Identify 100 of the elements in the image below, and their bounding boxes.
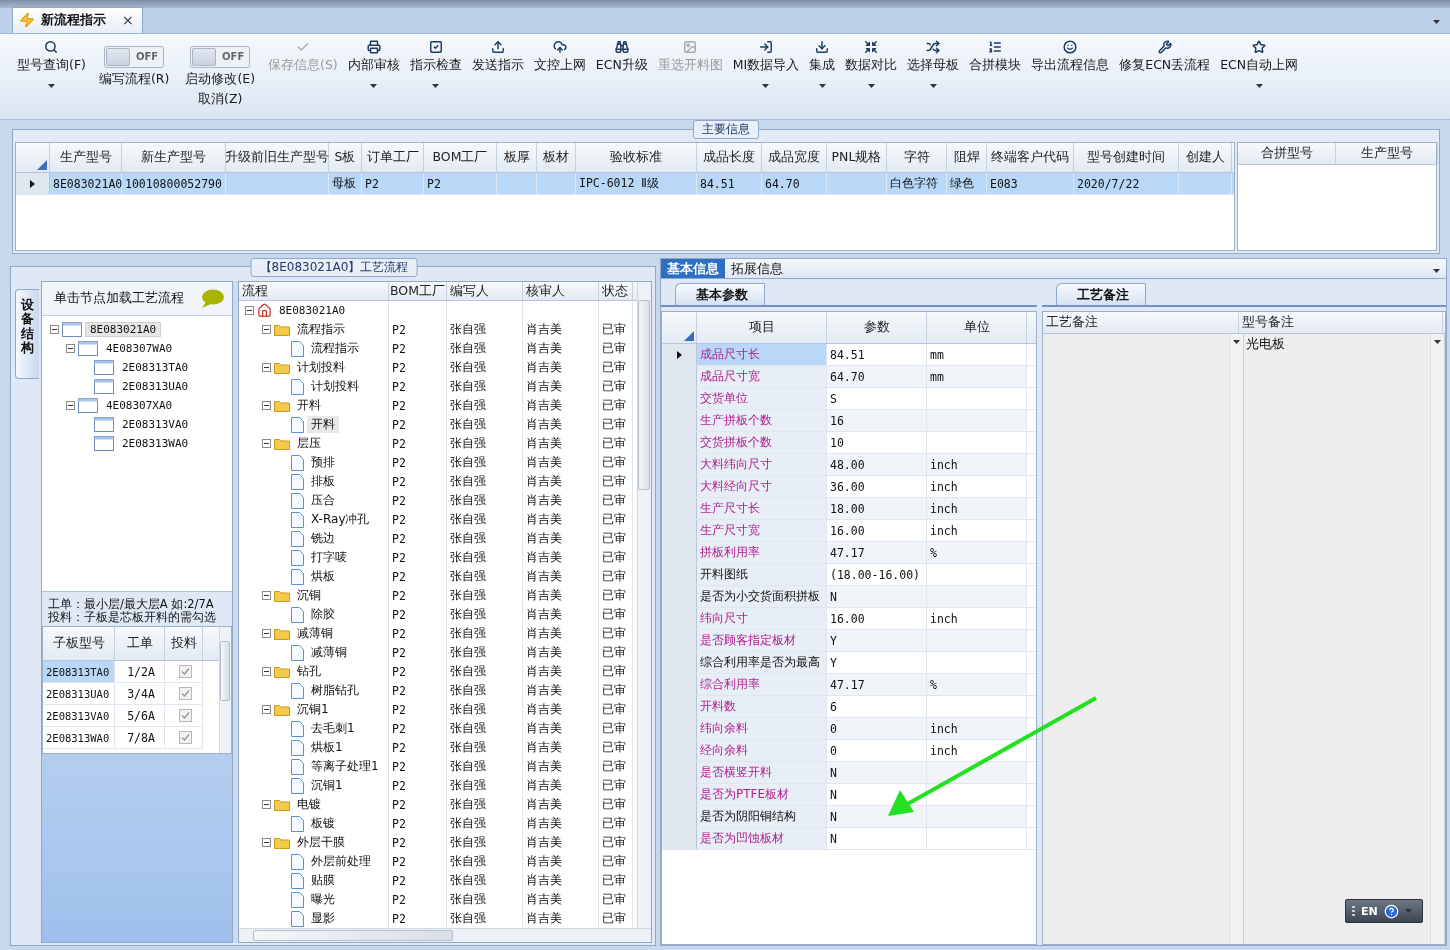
checkbox[interactable] <box>178 687 192 700</box>
table-row[interactable]: 成品尺寸宽 64.70 mm <box>662 366 1036 388</box>
tree-item[interactable]: 4E08307XA0 <box>101 398 178 413</box>
column-header[interactable]: 验收标准 <box>576 143 697 173</box>
column-header[interactable]: 成品长度 <box>697 143 762 173</box>
collapse-icon[interactable] <box>262 800 271 809</box>
table-row[interactable]: 成品尺寸长 84.51 mm <box>662 344 1036 366</box>
toolbar-button[interactable]: 文控上网 <box>528 39 591 95</box>
collapse-icon[interactable] <box>262 705 271 714</box>
scrollbar[interactable] <box>637 282 651 928</box>
table-row[interactable]: 打字唛 P2 张自强 肖吉美 已审 <box>239 548 633 567</box>
tab[interactable]: 拓展信息 <box>725 259 789 278</box>
toggle-switch[interactable]: OFF <box>104 45 165 68</box>
table-row[interactable]: 开料数 6 <box>662 696 1036 718</box>
table-row[interactable]: 等离子处理1 P2 张自强 肖吉美 已审 <box>239 757 633 776</box>
toolbar-button[interactable]: 选择母板 <box>902 39 965 95</box>
column-header[interactable]: 型号创建时间 <box>1074 143 1179 173</box>
column-header[interactable]: 核审人 <box>523 282 599 300</box>
table-row[interactable]: 树脂钻孔 P2 张自强 肖吉美 已审 <box>239 681 633 700</box>
column-header[interactable]: 生产型号 <box>1336 143 1438 165</box>
collapse-icon[interactable] <box>50 325 59 334</box>
table-row[interactable]: 去毛刺1 P2 张自强 肖吉美 已审 <box>239 719 633 738</box>
collapse-icon[interactable] <box>66 344 75 353</box>
column-header[interactable]: 型号备注 <box>1239 312 1443 333</box>
collapse-icon[interactable] <box>262 667 271 676</box>
table-row[interactable]: 开料 P2 张自强 肖吉美 已审 <box>239 396 633 415</box>
toggle-switch[interactable]: OFF <box>190 45 251 68</box>
side-tab[interactable]: 设备结构 <box>15 289 39 379</box>
column-header[interactable]: BOM工厂 <box>389 282 447 300</box>
tree-item[interactable]: 4E08307WA0 <box>101 341 178 356</box>
table-row[interactable]: 2E08313WA0 7/8A <box>43 727 203 749</box>
column-header[interactable]: 单位 <box>927 312 1027 343</box>
toolbar-button[interactable]: ECN升级 <box>590 39 653 95</box>
table-row[interactable]: 综合利用率是否为最高 Y <box>662 652 1036 674</box>
table-row[interactable]: 拼板利用率 47.17 % <box>662 542 1036 564</box>
table-row[interactable]: 2E08313UA0 3/4A <box>43 683 203 705</box>
collapse-icon[interactable] <box>262 838 271 847</box>
tree-item[interactable]: 2E08313WA0 <box>117 436 194 451</box>
toolbar-button[interactable]: 导出流程信息 <box>1026 39 1115 95</box>
table-row[interactable]: 外层干膜 P2 张自强 肖吉美 已审 <box>239 833 633 852</box>
table-row[interactable]: 生产拼板个数 16 <box>662 410 1036 432</box>
table-row[interactable]: 是否为PTFE板材 N <box>662 784 1036 806</box>
table-row[interactable]: 层压 P2 张自强 肖吉美 已审 <box>239 434 633 453</box>
column-header[interactable]: S板 <box>329 143 362 173</box>
tab[interactable]: 基本参数 <box>675 283 765 305</box>
table-row[interactable]: 曝光 P2 张自强 肖吉美 已审 <box>239 890 633 909</box>
remark-field[interactable] <box>1043 334 1244 944</box>
column-header[interactable]: BOM工厂 <box>424 143 497 173</box>
table-row[interactable]: 综合利用率 47.17 % <box>662 674 1036 696</box>
scrollbar[interactable] <box>219 627 231 753</box>
collapse-icon[interactable] <box>66 401 75 410</box>
column-header[interactable]: 板厚 <box>497 143 537 173</box>
table-row[interactable]: 排板 P2 张自强 肖吉美 已审 <box>239 472 633 491</box>
table-row[interactable]: 沉铜1 P2 张自强 肖吉美 已审 <box>239 700 633 719</box>
table-row[interactable]: 沉铜 P2 张自强 肖吉美 已审 <box>239 586 633 605</box>
table-row[interactable]: 铣边 P2 张自强 肖吉美 已审 <box>239 529 633 548</box>
collapse-icon[interactable] <box>262 363 271 372</box>
column-header[interactable]: 成品宽度 <box>762 143 827 173</box>
column-header[interactable]: 工艺备注 <box>1043 312 1239 333</box>
column-header[interactable]: PNL规格 <box>827 143 887 173</box>
table-row[interactable]: 8E083021A0 10010800052790 母板 P2 P2 IPC-6012 Ⅱ级 84.51 64.70 白色字符 绿色 E083 2020/7/22 <box>16 173 1234 196</box>
toolbar-button[interactable]: 合拼模块 <box>964 39 1027 95</box>
column-header[interactable]: 创建人 <box>1179 143 1232 173</box>
table-row[interactable]: 交货单位 S <box>662 388 1036 410</box>
toolbar-button[interactable]: 集成 <box>804 39 841 95</box>
close-button[interactable]: × <box>122 12 134 29</box>
table-row[interactable]: 外层前处理 P2 张自强 肖吉美 已审 <box>239 852 633 871</box>
column-header[interactable]: 投料 <box>165 627 203 660</box>
collapse-icon[interactable] <box>262 401 271 410</box>
column-header[interactable]: 工单 <box>115 627 165 660</box>
column-header[interactable]: 子板型号 <box>43 627 115 660</box>
toolbar-button[interactable]: 修复ECN丢流程 <box>1114 39 1216 95</box>
tree-item[interactable]: 2E08313TA0 <box>117 360 194 375</box>
toolbar-button[interactable]: 数据对比 <box>840 39 903 95</box>
table-row[interactable]: 预排 P2 张自强 肖吉美 已审 <box>239 453 633 472</box>
column-header[interactable]: 板材 <box>537 143 576 173</box>
language-bar[interactable]: EN <box>1345 899 1423 923</box>
table-row[interactable]: 8E083021A0 <box>239 301 633 320</box>
table-row[interactable]: 计划投料 P2 张自强 肖吉美 已审 <box>239 358 633 377</box>
toolbar-button[interactable]: 指示检查 <box>404 39 467 95</box>
checkbox[interactable] <box>178 731 192 744</box>
table-row[interactable]: 是否横竖开料 N <box>662 762 1036 784</box>
tree-item[interactable]: 2E08313UA0 <box>117 379 194 394</box>
tab[interactable]: 基本信息 <box>661 259 725 278</box>
table-row[interactable]: 板镀 P2 张自强 肖吉美 已审 <box>239 814 633 833</box>
column-header[interactable]: 终端客户代码 <box>987 143 1074 173</box>
table-row[interactable]: 开料图纸 (18.00-16.00) <box>662 564 1036 586</box>
table-row[interactable]: 是否为小交货面积拼板 N <box>662 586 1036 608</box>
toolbar-button[interactable]: ECN自动上网 <box>1215 39 1304 95</box>
toolbar-button[interactable]: 型号查询(F) <box>12 39 91 95</box>
document-tab[interactable]: 新流程指示 × <box>12 6 143 33</box>
column-header[interactable]: 订单工厂 <box>362 143 424 173</box>
scrollbar[interactable] <box>1229 334 1243 944</box>
column-header[interactable]: 合拼型号 <box>1238 143 1336 165</box>
table-row[interactable]: 电镀 P2 张自强 肖吉美 已审 <box>239 795 633 814</box>
table-row[interactable]: 纬向尺寸 16.00 inch <box>662 608 1036 630</box>
scrollbar[interactable] <box>1430 334 1444 944</box>
table-row[interactable]: 除胶 P2 张自强 肖吉美 已审 <box>239 605 633 624</box>
table-row[interactable]: 生产尺寸宽 16.00 inch <box>662 520 1036 542</box>
collapse-icon[interactable] <box>262 591 271 600</box>
